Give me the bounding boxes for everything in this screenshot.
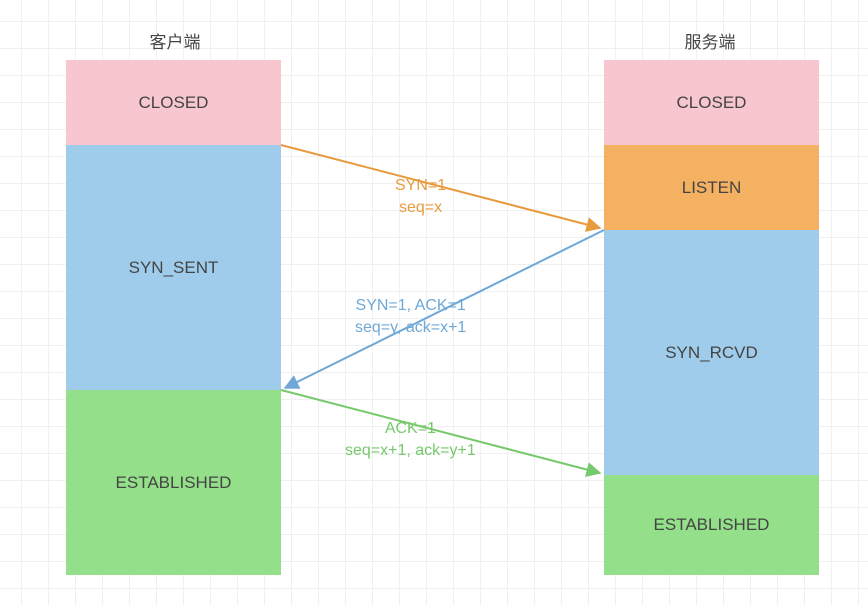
msg-ack-line2: seq=x+1, ack=y+1 [345,440,476,462]
client-state-closed: CLOSED [66,60,281,145]
server-column: CLOSED LISTEN SYN_RCVD ESTABLISHED [604,60,819,575]
client-column: CLOSED SYN_SENT ESTABLISHED [66,60,281,575]
msg-ack: ACK=1 seq=x+1, ack=y+1 [345,418,476,462]
server-state-closed: CLOSED [604,60,819,145]
msg-synack: SYN=1, ACK=1 seq=y, ack=x+1 [355,295,466,339]
msg-syn: SYN=1 seq=x [395,175,446,219]
msg-synack-line2: seq=y, ack=x+1 [355,317,466,339]
server-state-listen: LISTEN [604,145,819,230]
msg-ack-line1: ACK=1 [345,418,476,440]
msg-syn-line1: SYN=1 [395,175,446,197]
client-heading: 客户端 [125,28,225,53]
client-state-syn-sent: SYN_SENT [66,145,281,390]
server-heading: 服务端 [660,28,760,53]
msg-syn-line2: seq=x [395,197,446,219]
server-state-syn-rcvd: SYN_RCVD [604,230,819,475]
client-state-established: ESTABLISHED [66,390,281,575]
msg-synack-line1: SYN=1, ACK=1 [355,295,466,317]
server-state-established: ESTABLISHED [604,475,819,575]
